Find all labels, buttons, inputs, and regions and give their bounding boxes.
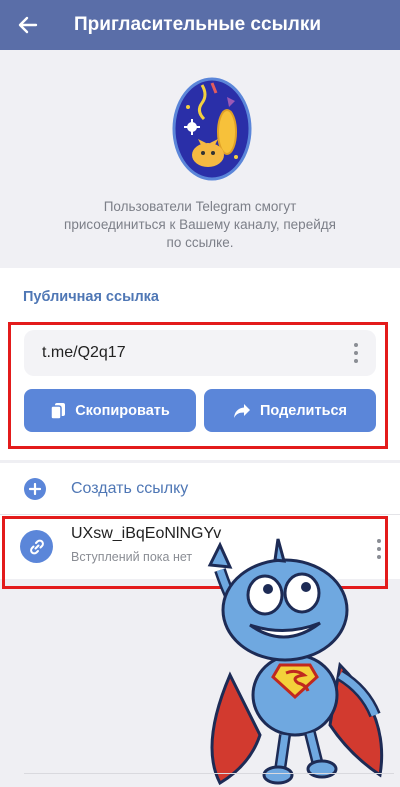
- create-link-label: Создать ссылку: [71, 480, 189, 497]
- robot-superhero-sticker: [207, 538, 384, 786]
- app-bar: Пригласительные ссылки: [0, 0, 400, 50]
- arrow-left-icon: [18, 16, 38, 34]
- intro-line-3: по ссылке.: [166, 235, 234, 250]
- divider: [0, 514, 400, 515]
- back-button[interactable]: [0, 0, 56, 50]
- plus-icon: [24, 478, 46, 500]
- intro-line-1: Пользователи Telegram смогут: [103, 199, 297, 214]
- highlight-box-public-link: [8, 322, 388, 449]
- create-link-row[interactable]: Создать ссылку: [0, 463, 400, 514]
- bottom-divider: [24, 773, 394, 774]
- section-title-public-link: Публичная ссылка: [23, 289, 159, 305]
- intro-line-2: присоединиться к Вашему каналу, перейдя: [64, 217, 336, 232]
- intro-section: Пользователи Telegram смогут присоединит…: [0, 50, 400, 268]
- party-sticker-image: [172, 77, 252, 181]
- intro-description: Пользователи Telegram смогут присоединит…: [40, 198, 360, 252]
- page-title: Пригласительные ссылки: [74, 14, 322, 35]
